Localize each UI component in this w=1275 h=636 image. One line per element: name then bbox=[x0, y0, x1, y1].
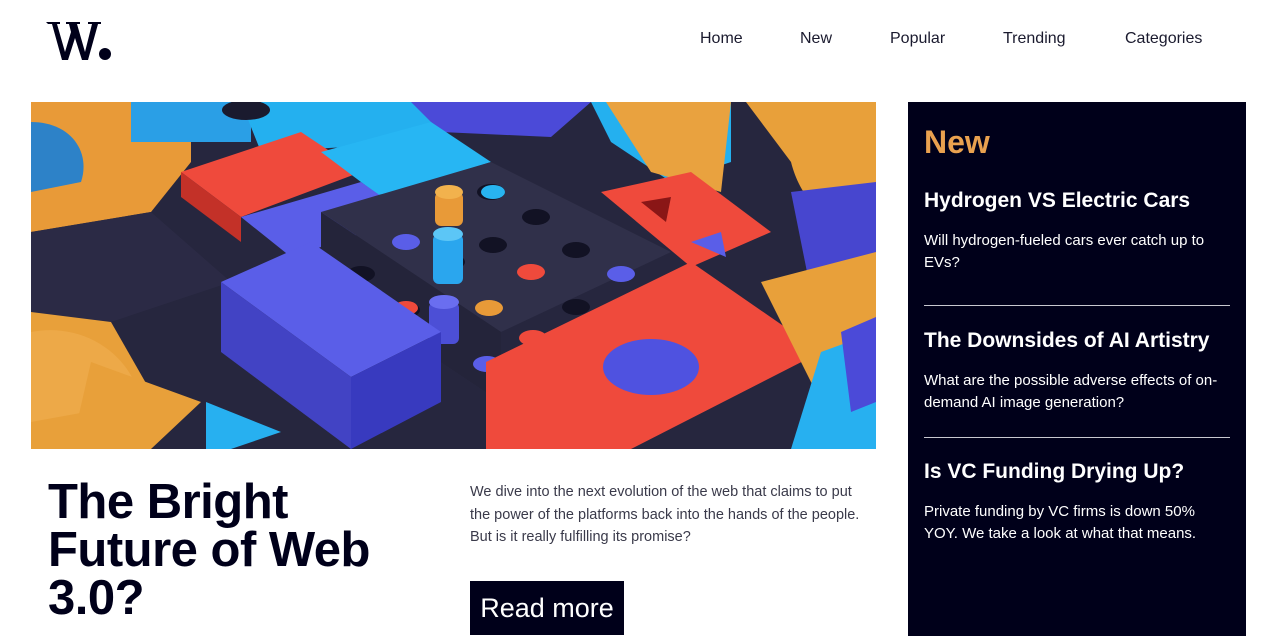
page: Home New Popular Trending Categories The… bbox=[0, 0, 1275, 636]
nav-new[interactable]: New bbox=[800, 30, 832, 48]
news-item-summary: Private funding by VC firms is down 50% … bbox=[924, 503, 1197, 542]
news-item[interactable]: Is VC Funding Drying Up? Private funding… bbox=[924, 459, 1230, 545]
news-item-title[interactable]: Is VC Funding Drying Up? bbox=[924, 459, 1230, 485]
nav-trending[interactable]: Trending bbox=[1003, 30, 1066, 48]
read-more-button[interactable]: Read more bbox=[470, 581, 624, 635]
news-item[interactable]: The Downsides of AI Artistry What are th… bbox=[924, 328, 1230, 414]
new-sidebar: New Hydrogen VS Electric Cars Will hydro… bbox=[908, 102, 1246, 636]
news-item[interactable]: Hydrogen VS Electric Cars Will hydrogen-… bbox=[924, 188, 1230, 274]
nav-home[interactable]: Home bbox=[700, 30, 743, 48]
logo[interactable] bbox=[46, 20, 116, 64]
article-summary: We dive into the next evolution of the w… bbox=[470, 484, 860, 546]
news-item-title[interactable]: Hydrogen VS Electric Cars bbox=[924, 188, 1230, 214]
hero-image[interactable] bbox=[31, 102, 876, 449]
nav-popular[interactable]: Popular bbox=[890, 30, 945, 48]
news-item-summary: Will hydrogen-fueled cars ever catch up … bbox=[924, 232, 1205, 271]
news-item-summary: What are the possible adverse effects of… bbox=[924, 372, 1218, 411]
divider bbox=[924, 437, 1230, 438]
nav-categories[interactable]: Categories bbox=[1125, 30, 1202, 48]
news-item-title[interactable]: The Downsides of AI Artistry bbox=[924, 328, 1230, 354]
divider bbox=[924, 305, 1230, 306]
sidebar-title: New bbox=[924, 124, 990, 160]
article-title[interactable]: The Bright Future of Web 3.0? bbox=[48, 478, 428, 623]
